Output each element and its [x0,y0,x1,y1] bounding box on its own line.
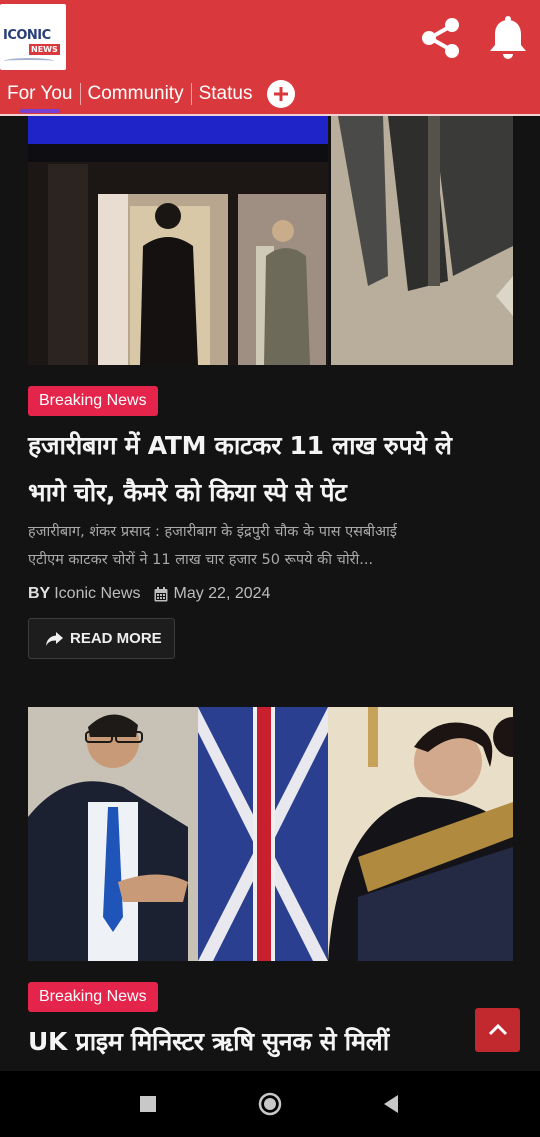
read-more-button[interactable]: READ MORE [28,618,175,659]
tab-community[interactable]: Community [81,76,191,112]
excerpt-line: हजारीबाग, शंकर प्रसाद : हजारीबाग के इंद्… [28,524,397,540]
article-title[interactable]: UK प्राइम मिनिस्टर ऋषि सुनक से मिलीं [28,1018,518,1065]
app-header: ICONIC NEWS For You Community Status [0,0,540,116]
article-image[interactable] [28,116,513,365]
article-image[interactable] [28,707,513,961]
category-badge[interactable]: Breaking News [28,386,158,416]
excerpt-line: एटीएम काटकर चोरों ने 11 लाख चार हजार 50 … [28,552,374,568]
share-icon[interactable] [415,12,467,64]
chevron-up-icon [488,1023,507,1036]
read-more-label: READ MORE [70,630,162,647]
category-badge[interactable]: Breaking News [28,982,158,1012]
article-title[interactable]: हजारीबाग में ATM काटकर 11 लाख रुपये ले भ… [28,422,518,516]
plus-icon[interactable] [267,80,296,108]
article-excerpt: हजारीबाग, शंकर प्रसाद : हजारीबाग के इंद्… [28,518,518,574]
recents-square-icon[interactable] [135,1091,161,1117]
logo-subtext: NEWS [29,44,60,55]
article-date: May 22, 2024 [173,585,271,602]
byline-label: BY [28,585,51,602]
share-arrow-icon [46,631,63,646]
back-triangle-icon[interactable] [378,1091,404,1117]
calendar-icon [154,586,168,602]
article-title-line: हजारीबाग में ATM काटकर 11 लाख रुपये ले [28,431,452,460]
bell-icon[interactable] [482,12,534,64]
system-navigation-bar [0,1071,540,1137]
scroll-to-top-button[interactable] [475,1008,520,1052]
author-name[interactable]: Iconic News [54,585,140,603]
logo-text: ICONIC [3,28,51,43]
article-title-line: UK प्राइम मिनिस्टर ऋषि सुनक से मिलीं [28,1027,389,1056]
article-title-line: भागे चोर, कैमरे को किया स्पे से पेंट [28,478,347,507]
home-circle-icon[interactable] [257,1091,283,1117]
tab-status[interactable]: Status [192,76,260,112]
logo-swoosh [4,58,54,64]
tab-bar: For You Community Status [0,74,540,114]
tab-for-you[interactable]: For You [0,76,80,113]
article-meta: BY Iconic News May 22, 2024 [28,582,270,606]
app-logo[interactable]: ICONIC NEWS [0,4,66,70]
